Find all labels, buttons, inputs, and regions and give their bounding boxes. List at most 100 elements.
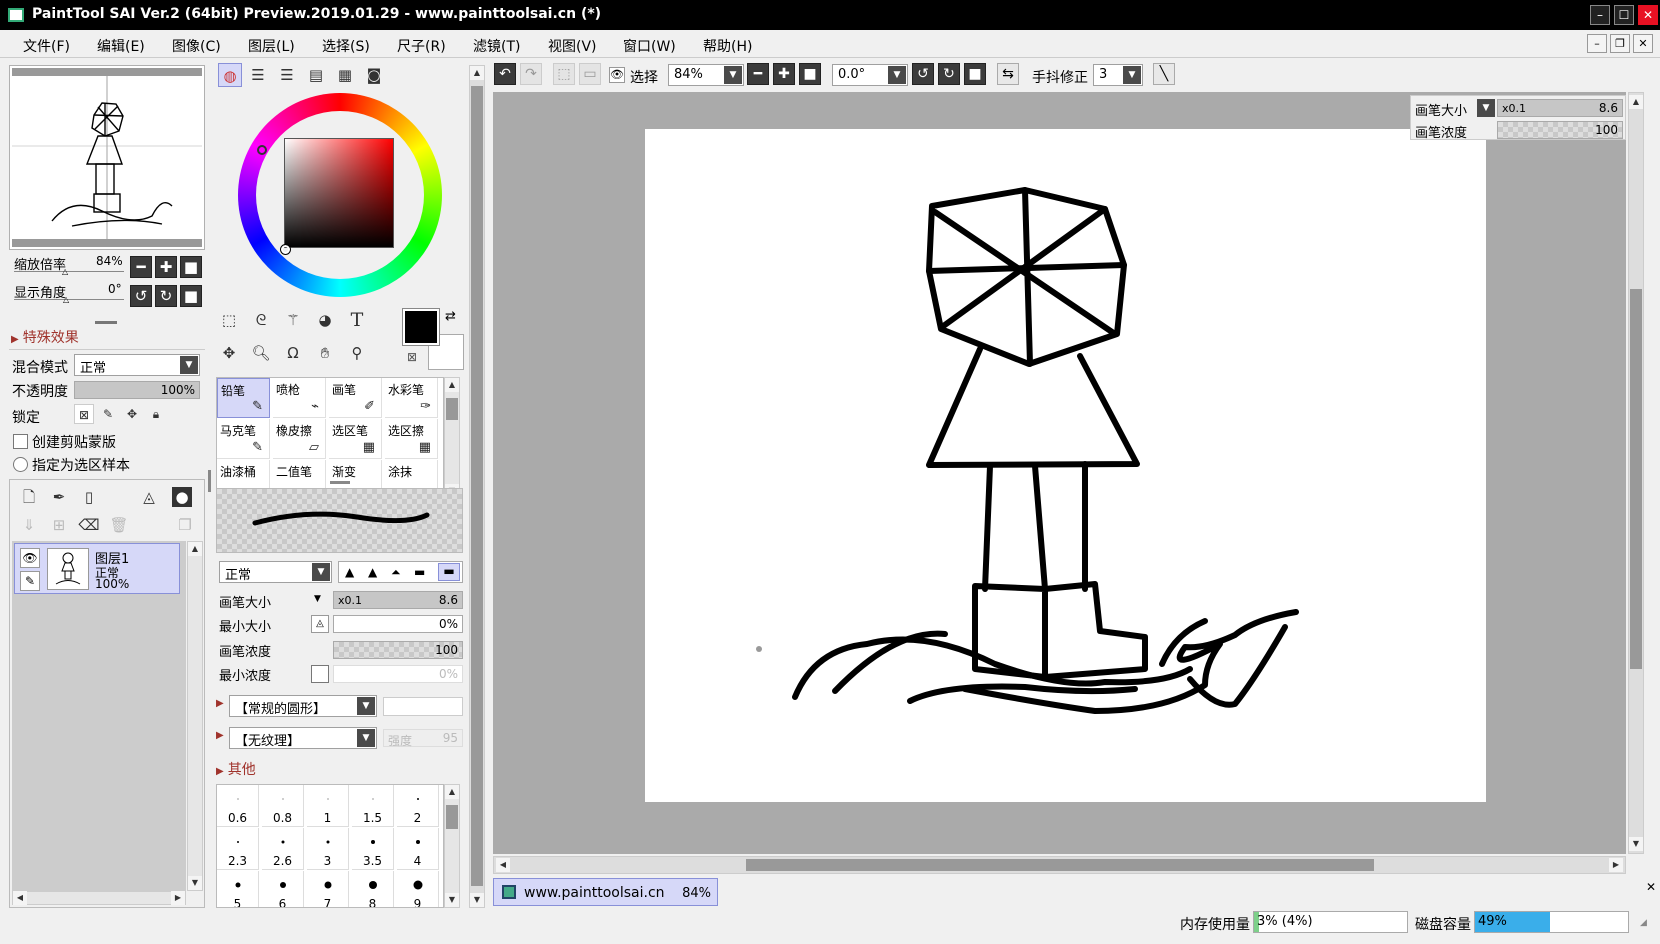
canvas-zoom-out-button[interactable]: ━ xyxy=(747,63,769,85)
text-tool[interactable]: T xyxy=(344,307,370,333)
maximize-button[interactable]: ☐ xyxy=(1614,5,1634,25)
scroll-right-icon[interactable]: ▶ xyxy=(171,891,185,905)
swatches-tab[interactable]: ▤ xyxy=(304,63,328,87)
menu-file[interactable]: 文件(F) xyxy=(23,36,70,56)
navigator-preview[interactable] xyxy=(9,65,205,250)
hue-cursor[interactable] xyxy=(257,145,267,155)
brush-size-dropdown-icon[interactable]: ▼ xyxy=(314,594,321,604)
edge-soft-icon[interactable]: ⏶ xyxy=(391,565,401,580)
scroll-down-icon[interactable]: ▼ xyxy=(1629,837,1643,851)
canvas-rotate-ccw-button[interactable]: ↺ xyxy=(912,63,934,85)
min-size-slider[interactable]: 0% xyxy=(333,615,463,633)
size-preset[interactable]: 6 xyxy=(262,871,304,907)
panel-scrollbar[interactable]: ▲ ▼ xyxy=(469,65,485,908)
delete-layer-button[interactable]: 🗑︎ xyxy=(106,512,132,538)
palette-tab[interactable]: ▦ xyxy=(333,63,357,87)
brush-texture-select[interactable]: 【无纹理】 ▼ xyxy=(229,727,377,749)
layer-visibility-toggle[interactable]: 👁︎ xyxy=(20,548,40,568)
lock-move-button[interactable]: ✥ xyxy=(122,404,142,424)
scroll-thumb[interactable] xyxy=(471,86,483,886)
scroll-up-icon[interactable]: ▲ xyxy=(188,542,202,556)
swap-colors-button[interactable]: ⇄ xyxy=(445,309,456,324)
scroll-up-icon[interactable]: ▲ xyxy=(470,66,484,80)
scroll-down-icon[interactable]: ▼ xyxy=(470,893,484,907)
tool-selection-pen[interactable]: 选区笔 ▦ xyxy=(329,419,382,459)
zoom-in-button[interactable]: ✚ xyxy=(155,256,177,278)
new-folder-button[interactable]: ▯ xyxy=(76,484,102,510)
scroll-down-icon[interactable]: ▼ xyxy=(188,876,202,890)
menu-help[interactable]: 帮助(H) xyxy=(703,36,752,56)
zoom-out-button[interactable]: ━ xyxy=(130,256,152,278)
new-linework-layer-button[interactable]: ✒ xyxy=(46,484,72,510)
canvas-zoom-reset-button[interactable]: ■ xyxy=(799,63,821,85)
rotate-reset-button[interactable]: ■ xyxy=(180,285,202,307)
texture-expand-icon[interactable]: ▶ xyxy=(216,730,224,741)
mdi-close-button[interactable]: ✕ xyxy=(1633,34,1653,53)
move-tool[interactable]: ✥ xyxy=(216,340,242,366)
zoom-tool[interactable]: 🔍︎ xyxy=(248,340,274,366)
size-presets-scrollbar[interactable]: ▲ ▼ xyxy=(444,784,460,908)
tab-close-icon[interactable]: ✕ xyxy=(1646,880,1656,894)
scroll-thumb[interactable] xyxy=(446,805,458,829)
brush-shape-select[interactable]: 【常规的圆形】 ▼ xyxy=(229,695,377,717)
tool-eraser[interactable]: 橡皮擦 ▱ xyxy=(273,419,326,459)
scroll-down-icon[interactable]: ▼ xyxy=(445,893,459,907)
size-preset[interactable]: 5 xyxy=(217,871,259,907)
size-preset[interactable]: 3 xyxy=(307,828,349,870)
lock-transparency-button[interactable]: ⊠ xyxy=(74,404,94,424)
menu-edit[interactable]: 编辑(E) xyxy=(97,36,145,56)
menu-ruler[interactable]: 尺子(R) xyxy=(397,36,446,56)
effects-section[interactable]: ▶ 特殊效果 xyxy=(11,327,79,347)
size-preset[interactable]: 2.6 xyxy=(262,828,304,870)
tool-marker[interactable]: 马克笔 ✎ xyxy=(217,419,270,459)
shape-strength-field[interactable] xyxy=(383,697,463,716)
menu-layer[interactable]: 图层(L) xyxy=(248,36,295,56)
zoom-slider-thumb[interactable]: △ xyxy=(62,267,68,276)
canvas-zoom-select[interactable]: 84% ▼ xyxy=(668,64,744,86)
minimize-button[interactable]: – xyxy=(1590,5,1610,25)
brush-blend-select[interactable]: 正常 ▼ xyxy=(219,561,332,583)
min-density-slider[interactable]: 0% xyxy=(333,665,463,683)
canvas-vscroll-thumb[interactable] xyxy=(1630,289,1642,669)
tool-brush[interactable]: 画笔 ✐ xyxy=(329,378,382,418)
scroll-up-icon[interactable]: ▲ xyxy=(445,785,459,799)
selection-source-radio[interactable] xyxy=(13,457,28,472)
layer-mask-button[interactable]: ◬ xyxy=(136,484,162,510)
layer-options-button[interactable]: ● xyxy=(172,487,192,507)
panel-splitter[interactable] xyxy=(95,321,117,324)
scroll-left-icon[interactable]: ◀ xyxy=(13,891,27,905)
rotate-cw-button[interactable]: ↻ xyxy=(155,285,177,307)
layer-list-scrollbar[interactable]: ▲ ▼ xyxy=(187,541,203,891)
size-preset[interactable]: 9 xyxy=(397,871,439,907)
close-button[interactable]: ✕ xyxy=(1638,5,1658,25)
texture-strength-slider[interactable]: 强度 95 xyxy=(383,729,463,748)
shape-expand-icon[interactable]: ▶ xyxy=(216,698,224,709)
eyedropper-tool[interactable]: ⚲ xyxy=(344,340,370,366)
tool-grid-scrollbar[interactable]: ▲ ▼ xyxy=(444,377,460,499)
canvas-hscroll-thumb[interactable] xyxy=(746,859,1374,871)
shape-tool[interactable]: ◕ xyxy=(312,307,338,333)
edge-round-icon[interactable]: ▲ xyxy=(368,565,377,579)
canvas-rotate-cw-button[interactable]: ↻ xyxy=(938,63,960,85)
overlay-brush-size-slider[interactable]: x0.1 8.6 xyxy=(1497,99,1623,117)
scroll-thumb[interactable] xyxy=(446,398,458,420)
scroll-up-icon[interactable]: ▲ xyxy=(445,378,459,392)
tool-watercolor[interactable]: 水彩笔 ✑ xyxy=(385,378,438,418)
canvas-vscrollbar[interactable]: ▲ ▼ xyxy=(1628,92,1644,854)
canvas-viewport[interactable] xyxy=(493,92,1626,854)
lasso-tool[interactable]: ᘓ xyxy=(248,307,274,333)
blend-mode-select[interactable]: 正常 ▼ xyxy=(74,354,200,376)
canvas-zoom-in-button[interactable]: ✚ xyxy=(773,63,795,85)
size-preset[interactable]: 0.8 xyxy=(262,785,304,827)
size-preset[interactable]: 1.5 xyxy=(352,785,394,827)
new-layer-button[interactable]: 🗋︎ xyxy=(16,484,42,510)
canvas-hscrollbar[interactable]: ◀ ▶ xyxy=(493,856,1626,874)
mdi-restore-button[interactable]: ❐ xyxy=(1610,34,1630,53)
deselect-button[interactable]: ⬚ xyxy=(553,63,575,85)
clear-layer-button[interactable]: ⌫ xyxy=(76,512,102,538)
size-preset[interactable]: 2.3 xyxy=(217,828,259,870)
edge-hard-icon[interactable]: ▲ xyxy=(345,565,354,579)
edge-flat-icon[interactable]: ▬ xyxy=(414,565,425,579)
brush-size-slider[interactable]: x0.1 8.6 xyxy=(333,591,463,609)
overlay-brush-density-slider[interactable]: 100 xyxy=(1497,121,1623,139)
